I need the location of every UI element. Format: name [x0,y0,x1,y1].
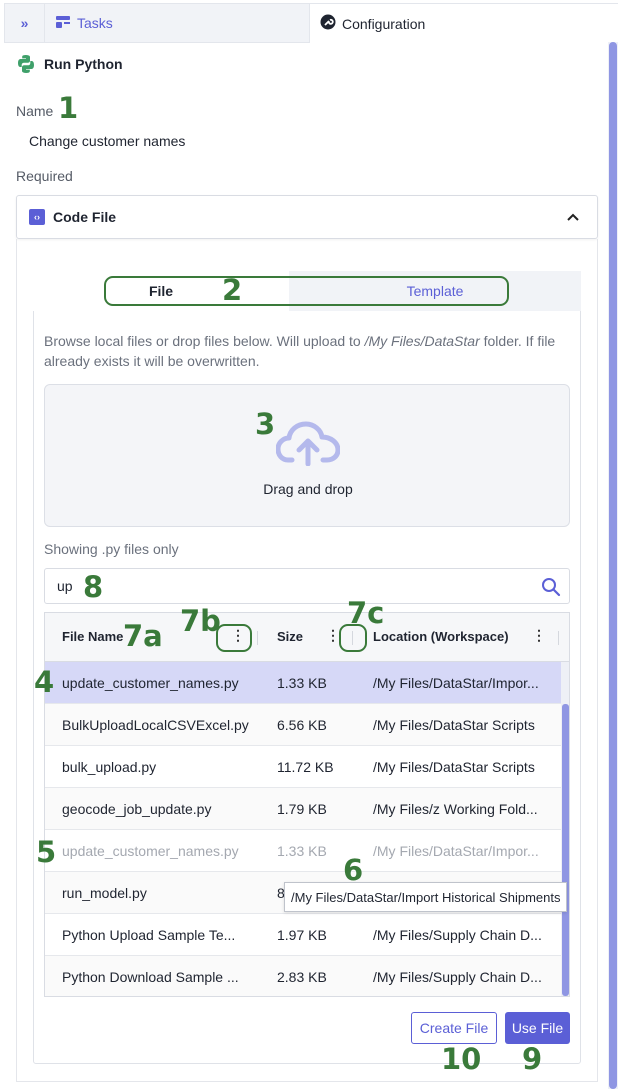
tab-tasks[interactable]: Tasks [44,3,310,43]
task-title: Run Python [44,56,123,72]
task-header: Run Python [16,54,123,74]
grid-scrollbar-thumb[interactable] [562,704,569,996]
table-row[interactable]: update_customer_names.py 1.33 KB /My Fil… [45,662,561,704]
search-input[interactable] [57,578,497,594]
callout-outline-column-resize [339,624,367,652]
location-tooltip: /My Files/DataStar/Import Historical Shi… [284,882,568,912]
code-file-accordion[interactable]: ‹› Code File [16,195,598,239]
column-header-location[interactable]: Location (Workspace) [373,629,509,644]
column-menu-icon[interactable]: ⋮ [326,627,340,644]
tab-bar: » Tasks Configuration [4,3,618,43]
cell-file-name: update_customer_names.py [62,675,239,691]
table-row[interactable]: geocode_job_update.py 1.79 KB /My Files/… [45,788,561,830]
tab-configuration-label: Configuration [342,15,426,32]
table-row[interactable]: Python Download Sample ... 2.83 KB /My F… [45,956,561,996]
cell-location: /My Files/DataStar/Impor... [373,843,539,859]
code-icon: ‹› [29,209,45,225]
cell-file-name: geocode_job_update.py [62,801,212,817]
column-header-size[interactable]: Size [277,629,303,644]
table-row[interactable]: Python Upload Sample Te... 1.97 KB /My F… [45,914,561,956]
callout-5: 5 [36,835,57,869]
cell-size: 2.83 KB [277,969,327,985]
column-separator[interactable] [257,631,258,645]
column-separator[interactable] [558,631,559,645]
table-row[interactable]: BulkUploadLocalCSVExcel.py 6.56 KB /My F… [45,704,561,746]
dropzone-label: Drag and drop [263,481,353,497]
callout-outline-toggle [104,276,509,306]
cell-size: 1.79 KB [277,801,327,817]
cell-file-name: BulkUploadLocalCSVExcel.py [62,717,249,733]
wrench-icon [320,14,336,33]
cell-file-name: bulk_upload.py [62,759,157,775]
callout-2: 2 [222,273,243,307]
grid-scrollbar[interactable] [561,662,569,996]
callout-4: 4 [34,665,55,699]
dropzone[interactable]: Drag and drop [44,384,570,527]
name-label: Name [16,103,54,119]
cell-size: 11.72 KB [277,759,334,775]
required-label: Required [16,168,73,184]
search-box [44,568,570,604]
column-header-file-name[interactable]: File Name [62,629,123,644]
cell-location: /My Files/z Working Fold... [373,801,538,817]
chevron-up-icon[interactable] [567,209,579,224]
help-path: /My Files/DataStar [364,333,480,349]
accordion-title: Code File [53,209,117,225]
callout-7a: 7a [123,619,163,653]
collapse-panel-button[interactable]: » [4,3,44,43]
cell-size: 1.33 KB [277,675,327,691]
help-before: Browse local files or drop files below. … [44,333,365,349]
callout-outline-column-menu [216,624,252,652]
tasks-icon [55,15,71,32]
cell-file-name: update_customer_names.py [62,843,239,859]
tab-configuration[interactable]: Configuration [310,3,618,43]
callout-6: 6 [343,853,364,887]
callout-1: 1 [58,91,79,125]
cell-location: /My Files/Supply Chain D... [373,969,542,985]
name-value[interactable]: Change customer names [29,133,185,149]
column-menu-icon[interactable]: ⋮ [532,627,546,644]
cell-file-name: run_model.py [62,885,147,901]
upload-help-text: Browse local files or drop files below. … [44,331,570,371]
tab-tasks-label: Tasks [77,15,113,31]
cell-file-name: Python Upload Sample Te... [62,927,236,943]
cell-location: /My Files/DataStar Scripts [373,759,535,775]
callout-8: 8 [83,570,104,604]
cloud-upload-icon [276,421,340,466]
file-grid: File Name ⋮ Size ⋮ Location (Workspace) … [44,612,570,997]
cell-location: /My Files/Supply Chain D... [373,927,542,943]
callout-9: 9 [522,1042,543,1076]
cell-location: /My Files/DataStar Scripts [373,717,535,733]
cell-location: /My Files/DataStar/Impor... [373,675,539,691]
filter-note: Showing .py files only [44,541,179,557]
python-icon [18,55,34,73]
cell-file-name: Python Download Sample ... [62,969,239,985]
create-file-button[interactable]: Create File [411,1012,497,1044]
callout-10: 10 [441,1042,482,1076]
use-file-button[interactable]: Use File [505,1012,570,1044]
callout-3: 3 [255,407,276,441]
cell-size: 1.33 KB [277,843,327,859]
search-icon[interactable] [541,577,561,597]
callout-7b: 7b [180,604,221,638]
table-row[interactable]: bulk_upload.py 11.72 KB /My Files/DataSt… [45,746,561,788]
cell-size: 6.56 KB [277,717,327,733]
table-row[interactable]: update_customer_names.py 1.33 KB /My Fil… [45,830,561,872]
cell-size: 1.97 KB [277,927,327,943]
page-scrollbar-thumb[interactable] [609,42,617,1089]
